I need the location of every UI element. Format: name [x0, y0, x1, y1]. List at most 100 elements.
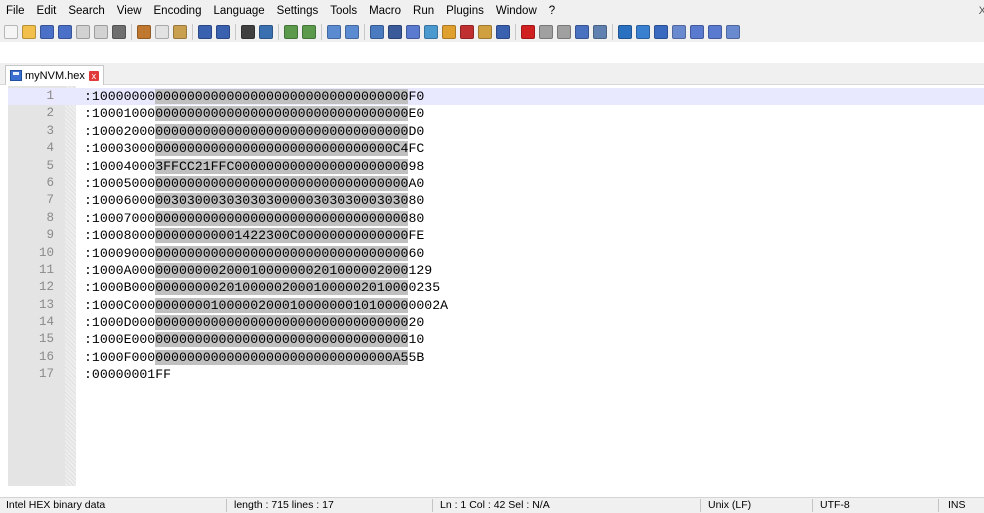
hex-left-icon[interactable] [672, 25, 686, 39]
record-header: :10007000 [84, 210, 156, 226]
word-wrap-icon[interactable] [370, 25, 384, 39]
menu-tools[interactable]: Tools [324, 0, 363, 22]
monitoring-icon[interactable] [496, 25, 510, 39]
status-length: length : 715 lines : 17 [234, 499, 334, 511]
menu-window[interactable]: Window [490, 0, 543, 22]
line-text[interactable]: :100020000000000000000000000000000000000… [84, 123, 424, 140]
print-icon[interactable] [112, 25, 126, 39]
code-line[interactable]: 9:1000800000000000001422300C000000000000… [8, 227, 984, 244]
language-icon[interactable] [424, 25, 438, 39]
menu-view[interactable]: View [111, 0, 148, 22]
menu-macro[interactable]: Macro [363, 0, 407, 22]
editor-area[interactable]: 1:10000000000000000000000000000000000000… [8, 86, 984, 486]
doc-map-icon[interactable] [442, 25, 456, 39]
playback-icon[interactable] [557, 25, 571, 39]
copy-icon[interactable] [155, 25, 169, 39]
menu-edit[interactable]: Edit [31, 0, 63, 22]
new-file-icon[interactable] [4, 25, 18, 39]
data-bytes-highlight: 000000000000000000000000000000A5 [155, 349, 409, 365]
open-file-icon[interactable] [22, 25, 36, 39]
code-line[interactable]: 12:1000B00000000000201000002000100000201… [8, 279, 984, 296]
line-text[interactable]: :100090000000000000000000000000000000000… [84, 245, 424, 262]
code-lines[interactable]: 1:10000000000000000000000000000000000000… [8, 88, 984, 384]
find-icon[interactable] [241, 25, 255, 39]
data-bytes-highlight: 00000000000000000000000000000000 [155, 123, 409, 139]
code-line[interactable]: 15:1000E00000000000000000000000000000000… [8, 331, 984, 348]
function-list-icon[interactable] [460, 25, 474, 39]
hex-compare-icon[interactable] [636, 25, 650, 39]
line-text[interactable]: :1000F000000000000000000000000000000000A… [84, 349, 424, 366]
save-icon[interactable] [40, 25, 54, 39]
menu-language[interactable]: Language [207, 0, 270, 22]
code-line[interactable]: 5 :100040003FFCC21FFC00000000000000000000… [8, 158, 984, 175]
code-line[interactable]: 2:10001000000000000000000000000000000000… [8, 105, 984, 122]
line-text[interactable]: :1000D0000000000000000000000000000000000… [84, 314, 424, 331]
undo-icon[interactable] [198, 25, 212, 39]
line-text[interactable]: :100070000000000000000000000000000000000… [84, 210, 424, 227]
window-close-icon[interactable]: X [979, 0, 984, 22]
record-header: :10006000 [84, 193, 156, 209]
close-all-icon[interactable] [94, 25, 108, 39]
tab-close-icon[interactable]: x [88, 70, 99, 81]
line-number: 5 [46, 158, 54, 173]
code-line[interactable]: 10:1000900000000000000000000000000000000… [8, 245, 984, 262]
line-text[interactable]: :1000800000000000001422300C0000000000000… [84, 227, 424, 244]
code-line[interactable]: 6:10005000000000000000000000000000000000… [8, 175, 984, 192]
line-number: 16 [38, 349, 54, 364]
hex-editor-icon[interactable] [618, 25, 632, 39]
code-line[interactable]: 4 :10003000000000000000000000000000000000… [8, 140, 984, 157]
line-text[interactable]: :100000000000000000000000000000000000000… [84, 88, 424, 105]
code-line[interactable]: 11:1000A00000000000200010000000201000002… [8, 262, 984, 279]
hex-insert-icon[interactable] [654, 25, 668, 39]
close-icon[interactable] [76, 25, 90, 39]
menu-encoding[interactable]: Encoding [148, 0, 208, 22]
code-line[interactable]: 3:10002000000000000000000000000000000000… [8, 123, 984, 140]
record-macro-icon[interactable] [521, 25, 535, 39]
code-line[interactable]: 7:10006000003030003030303000003030300030… [8, 192, 984, 209]
menu-help[interactable]: ? [543, 0, 561, 22]
line-text[interactable]: :1000B0000000000020100000200010000020100… [84, 279, 440, 296]
line-text[interactable]: :100050000000000000000000000000000000000… [84, 175, 424, 192]
zoom-in-icon[interactable] [284, 25, 298, 39]
replace-icon[interactable] [259, 25, 273, 39]
code-line[interactable]: 16 :1000F00000000000000000000000000000000… [8, 349, 984, 366]
code-line[interactable]: 8:10007000000000000000000000000000000000… [8, 210, 984, 227]
save-macro-icon[interactable] [593, 25, 607, 39]
code-line[interactable]: 14:1000D00000000000000000000000000000000… [8, 314, 984, 331]
line-text[interactable]: :00000001FF [84, 366, 171, 383]
cut-icon[interactable] [137, 25, 151, 39]
code-line[interactable]: 17:00000001FF [8, 366, 984, 383]
redo-icon[interactable] [216, 25, 230, 39]
menu-plugins[interactable]: Plugins [440, 0, 490, 22]
run-macro-multiple-icon[interactable] [575, 25, 589, 39]
line-text[interactable]: :100010000000000000000000000000000000000… [84, 105, 424, 122]
menu-search[interactable]: Search [62, 0, 110, 22]
sync-vertical-icon[interactable] [327, 25, 341, 39]
tab-mynvm-hex[interactable]: myNVM.hex x [5, 65, 104, 85]
hex-goto-icon[interactable] [726, 25, 740, 39]
line-text[interactable]: :100060000030300030303030000030303000303… [84, 192, 424, 209]
line-text[interactable]: :1000A0000000000020001000000020100000200… [84, 262, 432, 279]
menu-run[interactable]: Run [407, 0, 440, 22]
line-number: 4 [46, 141, 54, 156]
stop-recording-icon[interactable] [539, 25, 553, 39]
line-text[interactable]: :10003000000000000000000000000000000000C… [84, 140, 424, 157]
save-all-icon[interactable] [58, 25, 72, 39]
record-header: :10002000 [84, 123, 156, 139]
menu-file[interactable]: File [0, 0, 31, 22]
line-text[interactable]: :100040003FFCC21FFC000000000000000000000… [84, 158, 424, 175]
code-line[interactable]: 1:10000000000000000000000000000000000000… [8, 88, 984, 106]
line-text[interactable]: :1000E0000000000000000000000000000000000… [84, 331, 424, 348]
line-text[interactable]: :1000C0000000000100000200010000000101000… [84, 297, 448, 314]
sync-horizontal-icon[interactable] [345, 25, 359, 39]
hex-up-icon[interactable] [690, 25, 704, 39]
indent-guide-icon[interactable] [406, 25, 420, 39]
hex-down-icon[interactable] [708, 25, 722, 39]
code-line[interactable]: 13:1000C00000000001000002000100000001010… [8, 297, 984, 314]
checksum: 0002A [408, 297, 449, 313]
menu-settings[interactable]: Settings [271, 0, 325, 22]
show-all-chars-icon[interactable] [388, 25, 402, 39]
paste-icon[interactable] [173, 25, 187, 39]
zoom-out-icon[interactable] [302, 25, 316, 39]
folder-workspace-icon[interactable] [478, 25, 492, 39]
